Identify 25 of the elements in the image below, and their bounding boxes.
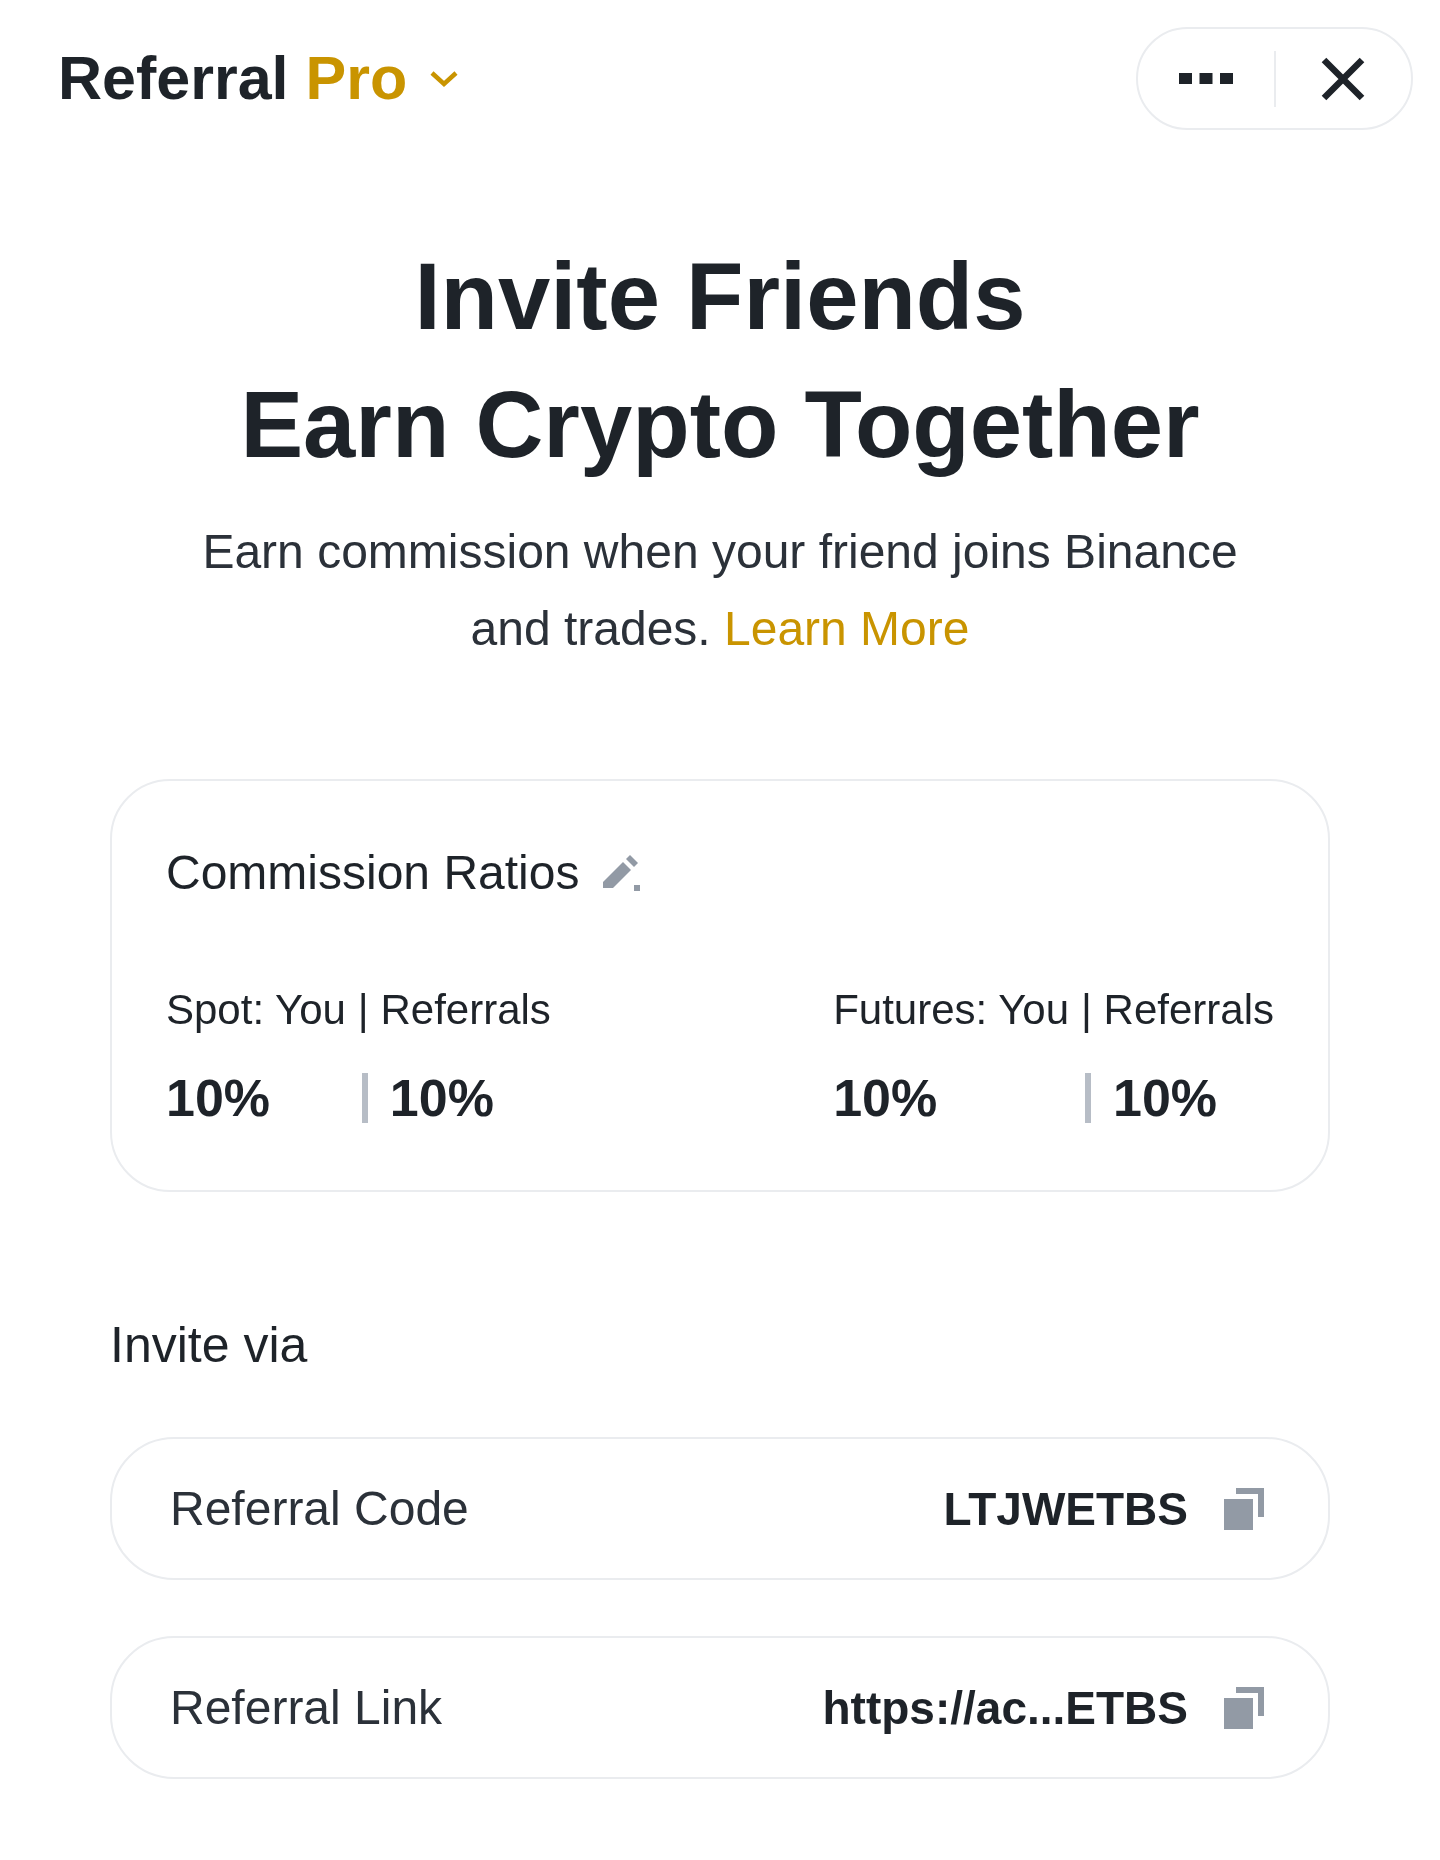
copy-button[interactable] bbox=[1224, 1487, 1264, 1530]
card-title: Commission Ratios bbox=[166, 845, 580, 901]
copy-button[interactable] bbox=[1224, 1686, 1264, 1729]
ratio-value: 10% bbox=[166, 1068, 271, 1128]
section-title: Invite via bbox=[110, 1316, 308, 1375]
ratio-label: | Referrals bbox=[1081, 985, 1274, 1035]
row-label: Referral Code bbox=[170, 1480, 469, 1537]
row-value: LTJWETBS bbox=[943, 1481, 1188, 1537]
chevron-down-icon bbox=[429, 69, 460, 88]
row-label: Referral Link bbox=[170, 1679, 443, 1736]
copy-icon bbox=[1224, 1487, 1264, 1530]
ratio-label: | Referrals bbox=[357, 985, 551, 1035]
ratio-label: Spot: You bbox=[166, 985, 346, 1035]
title-dropdown[interactable]: Referral Pro bbox=[58, 48, 460, 109]
close-icon bbox=[1321, 56, 1366, 101]
ratio-value: 10% bbox=[1113, 1068, 1218, 1128]
description-text: Earn commission when your friend joins Binance and trades. Learn More bbox=[201, 524, 1239, 657]
ratio-value: 10% bbox=[833, 1068, 938, 1128]
row-value: https://ac...ETBS bbox=[822, 1680, 1188, 1736]
more-icon bbox=[1178, 73, 1233, 84]
copy-icon bbox=[1224, 1686, 1264, 1729]
hero-heading: Invite Friends Earn Crypto Together bbox=[240, 243, 1200, 479]
edit-icon[interactable] bbox=[601, 854, 642, 892]
ratio-value: 10% bbox=[389, 1068, 494, 1128]
ratio-label: Futures: You bbox=[833, 985, 1070, 1035]
